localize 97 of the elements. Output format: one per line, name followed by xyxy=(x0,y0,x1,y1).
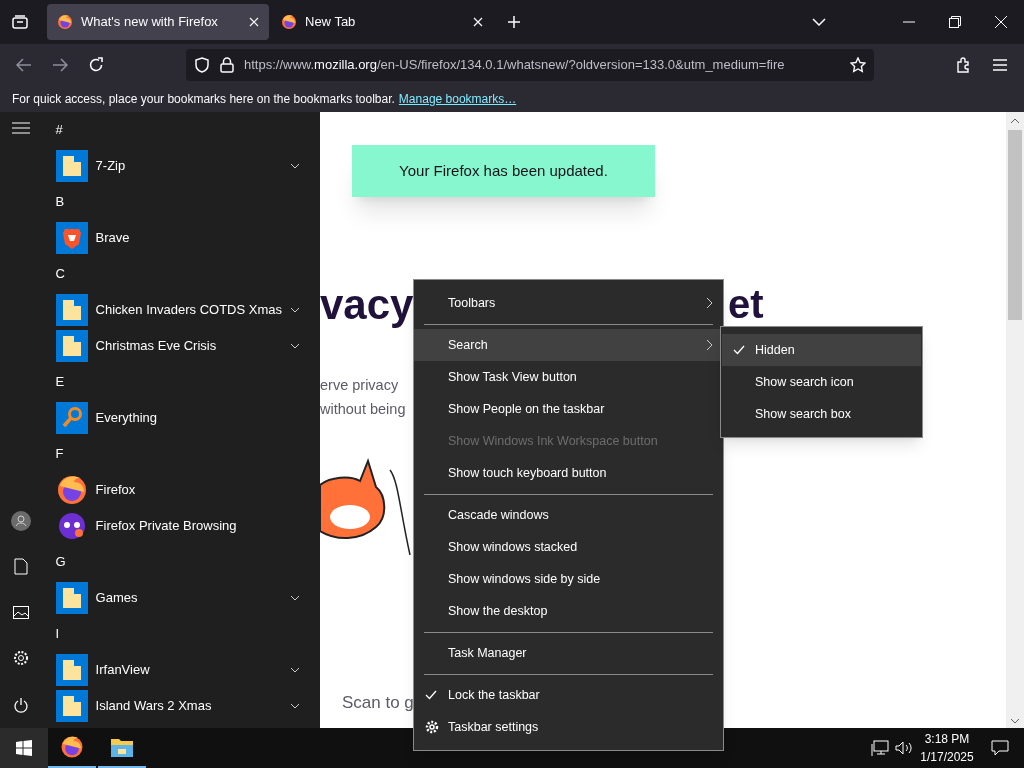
menu-item[interactable]: Show search box xyxy=(722,398,921,430)
start-button[interactable] xyxy=(0,728,48,768)
chevron-down-icon[interactable] xyxy=(290,343,300,349)
menu-icon[interactable] xyxy=(11,122,30,134)
folder-icon xyxy=(55,294,88,326)
menu-item[interactable]: Show Task View button xyxy=(414,361,723,393)
app-list-item[interactable]: Island Wars 2 Xmas xyxy=(55,688,300,724)
section-letter[interactable]: B xyxy=(55,192,65,212)
pictures-icon[interactable] xyxy=(12,606,29,619)
menu-item[interactable]: Show search icon xyxy=(722,366,921,398)
chevron-down-icon[interactable] xyxy=(290,667,300,673)
folder-icon xyxy=(55,690,88,722)
body-text: erve privacy xyxy=(320,378,399,393)
app-list-item[interactable]: Everything xyxy=(55,400,300,436)
body-text: Scan to g xyxy=(342,692,414,714)
menu-item[interactable]: Show People on the taskbar xyxy=(414,393,723,425)
menu-item[interactable]: Lock the taskbar xyxy=(414,679,723,711)
section-letter[interactable]: F xyxy=(55,444,64,464)
firefox-icon xyxy=(55,474,88,506)
browser-tab[interactable]: What's new with Firefox xyxy=(47,4,269,40)
page-heading: et xyxy=(728,284,764,324)
banner-text: Your Firefox has been updated. xyxy=(399,160,608,181)
folder-icon xyxy=(55,150,88,182)
power-icon[interactable] xyxy=(12,697,29,714)
lion-head-icon xyxy=(55,222,88,254)
app-list-item[interactable]: Firefox Private Browsing xyxy=(55,508,300,544)
folder-icon xyxy=(55,582,88,614)
document-icon[interactable] xyxy=(13,558,28,575)
firefox-icon xyxy=(60,735,84,759)
bookmarks-hint: For quick access, place your bookmarks here on the bookmarks toolbar. xyxy=(12,91,395,108)
close-icon[interactable] xyxy=(995,16,1007,28)
user-avatar-icon[interactable] xyxy=(10,511,31,531)
menu-item[interactable]: Show windows stacked xyxy=(414,531,723,563)
shield-icon xyxy=(194,57,210,73)
section-letter[interactable]: I xyxy=(55,624,60,644)
app-list-item[interactable]: Chicken Invaders COTDS Xmas xyxy=(55,292,300,328)
reload-icon[interactable] xyxy=(88,57,104,73)
firefox-icon xyxy=(281,14,297,30)
app-list-item[interactable]: Firefox xyxy=(55,472,300,508)
menu-item[interactable]: Search xyxy=(414,329,723,361)
clock[interactable]: 3:18 PM 1/17/2025 xyxy=(919,730,975,766)
menu-item[interactable]: Show windows side by side xyxy=(414,563,723,595)
checkmark-icon xyxy=(733,345,745,355)
settings-icon xyxy=(425,720,439,734)
checkmark-icon xyxy=(425,690,437,700)
address-bar[interactable]: https://www.mozilla.org/en-US/firefox/134.0.1/whatsnew/?oldversion=133.0&utm_medium=fire xyxy=(186,49,874,81)
scroll-down-icon[interactable] xyxy=(1010,718,1020,724)
chevron-down-icon[interactable] xyxy=(290,307,300,313)
magnifier-icon xyxy=(55,402,88,434)
app-list-item[interactable]: Games xyxy=(55,580,300,616)
firefox-icon xyxy=(57,14,73,30)
chevron-right-icon xyxy=(706,339,713,351)
restore-icon[interactable] xyxy=(949,16,961,28)
manage-bookmarks-link[interactable]: Manage bookmarks… xyxy=(398,90,517,108)
close-icon[interactable] xyxy=(249,17,259,27)
settings-icon[interactable] xyxy=(12,650,29,666)
forward-icon[interactable] xyxy=(52,58,68,72)
lock-icon xyxy=(220,57,234,73)
notification-icon[interactable] xyxy=(991,740,1009,756)
new-tab-icon[interactable] xyxy=(507,15,521,29)
section-letter[interactable]: G xyxy=(55,552,66,572)
app-list-item[interactable]: 7-Zip xyxy=(55,148,300,184)
menu-item[interactable]: Cascade windows xyxy=(414,499,723,531)
menu-item[interactable]: Show the desktop xyxy=(414,595,723,627)
chevron-down-icon[interactable] xyxy=(290,703,300,709)
chevron-down-icon[interactable] xyxy=(290,595,300,601)
extensions-icon[interactable] xyxy=(956,57,972,73)
folder-icon xyxy=(110,736,134,758)
page-heading: vacy xyxy=(320,284,414,326)
section-letter[interactable]: C xyxy=(55,264,65,284)
app-list-item[interactable]: Christmas Eve Crisis xyxy=(55,328,300,364)
menu-icon[interactable] xyxy=(993,59,1007,71)
close-icon[interactable] xyxy=(473,17,483,27)
chevron-down-icon[interactable] xyxy=(290,163,300,169)
app-list-item[interactable]: Brave xyxy=(55,220,300,256)
browser-tab[interactable]: New Tab xyxy=(271,4,493,40)
url-text: https://www.mozilla.org/en-US/firefox/134.0.1/whatsnew/?oldversion=133.0&utm_medium=fire xyxy=(244,56,786,75)
tab-list-icon[interactable] xyxy=(12,15,28,29)
scroll-up-icon[interactable] xyxy=(1010,118,1020,124)
section-letter[interactable]: # xyxy=(55,120,63,140)
menu-item[interactable]: Show touch keyboard button xyxy=(414,457,723,489)
network-icon[interactable] xyxy=(871,740,889,756)
windows-logo-icon xyxy=(16,740,32,756)
menu-item[interactable]: Taskbar settings xyxy=(414,711,723,743)
menu-item[interactable]: Hidden xyxy=(722,334,921,366)
volume-icon[interactable] xyxy=(895,740,913,756)
folder-icon xyxy=(55,330,88,362)
back-icon[interactable] xyxy=(16,58,32,72)
folder-icon xyxy=(55,654,88,686)
menu-item[interactable]: Toolbars xyxy=(414,287,723,319)
app-list-item[interactable]: IrfanView xyxy=(55,652,300,688)
scrollbar-thumb[interactable] xyxy=(1008,130,1022,320)
section-letter[interactable]: E xyxy=(55,372,65,392)
menu-item[interactable]: Task Manager xyxy=(414,637,723,669)
body-text: without being xyxy=(320,402,406,417)
chevron-right-icon xyxy=(706,297,713,309)
star-icon[interactable] xyxy=(850,57,866,73)
